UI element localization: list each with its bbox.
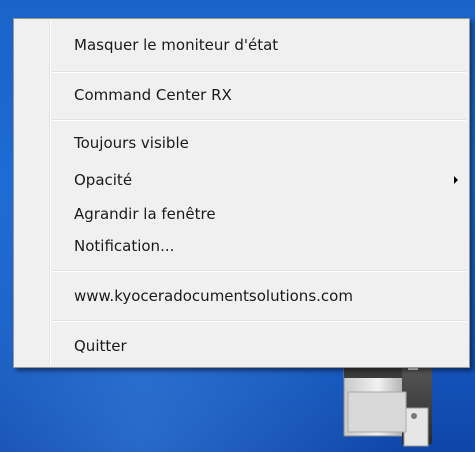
menu-item-label: Quitter [74,337,127,355]
menu-item-website-link[interactable]: www.kyoceradocumentsolutions.com [17,283,466,309]
menu-item-label: www.kyoceradocumentsolutions.com [74,287,353,305]
menu-item-quit[interactable]: Quitter [17,333,466,359]
menu-item-label: Notification... [74,237,175,255]
menu-item-opacity[interactable]: Opacité [17,167,466,193]
menu-item-label: Masquer le moniteur d'état [74,36,279,54]
menu-item-always-visible[interactable]: Toujours visible [17,130,466,156]
menu-item-enlarge-window[interactable]: Agrandir la fenêtre [17,201,466,227]
menu-separator [52,270,466,272]
menu-item-command-center-rx[interactable]: Command Center RX [17,82,466,108]
menu-item-label: Opacité [74,171,133,189]
chevron-right-icon [454,176,458,184]
menu-item-label: Toujours visible [74,134,189,152]
menu-separator [52,320,466,322]
menu-item-hide-status-monitor[interactable]: Masquer le moniteur d'état [17,32,466,58]
menu-separator [52,119,466,121]
menu-item-label: Command Center RX [74,86,232,104]
menu-gutter [49,21,51,365]
menu-separator [52,71,466,73]
menu-item-label: Agrandir la fenêtre [74,205,216,223]
menu-item-notification[interactable]: Notification... [17,233,466,259]
context-menu: Masquer le moniteur d'état Command Cente… [13,18,470,368]
